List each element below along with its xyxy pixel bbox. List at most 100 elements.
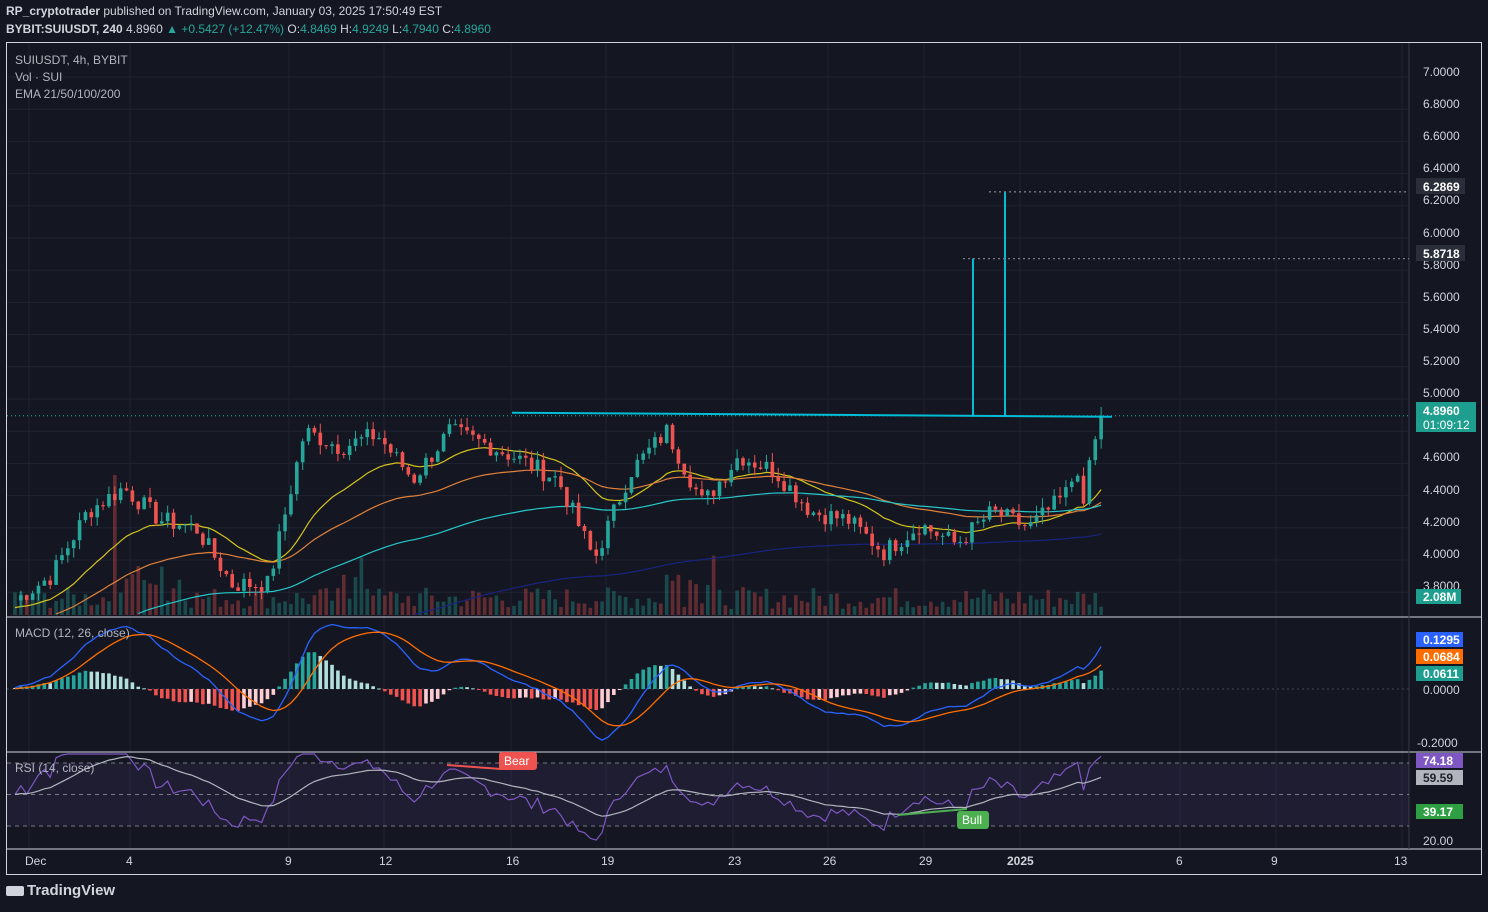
volume-bar xyxy=(899,607,904,615)
volume-bar xyxy=(77,605,82,615)
candle-body xyxy=(71,540,76,549)
volume-bar xyxy=(946,606,951,615)
volume-bar xyxy=(318,589,323,615)
volume-bar xyxy=(400,602,405,615)
legend-ema[interactable]: EMA 21/50/100/200 xyxy=(15,87,120,101)
candle-body xyxy=(741,458,745,466)
volume-bar xyxy=(553,599,557,615)
macd-histogram-bar xyxy=(418,689,422,707)
macd-histogram-bar xyxy=(1069,680,1074,689)
candle-body xyxy=(1093,439,1098,461)
candle-body xyxy=(782,481,786,491)
volume-bar xyxy=(882,597,886,615)
price-tick: 6.6000 xyxy=(1423,129,1460,143)
macd-histogram-bar xyxy=(617,689,622,690)
volume-bar xyxy=(312,595,317,615)
candle-body xyxy=(418,475,422,483)
bear-signal-text: Bear xyxy=(504,754,529,768)
macd-histogram-bar xyxy=(547,689,552,700)
bull-signal-text: Bull xyxy=(962,813,982,827)
date-tick: 6 xyxy=(1176,854,1183,868)
volume-bar xyxy=(295,592,299,615)
candle-body xyxy=(130,490,135,502)
macd-histogram-bar xyxy=(870,689,874,696)
volume-bar xyxy=(741,587,745,615)
macd-histogram-bar xyxy=(488,689,493,695)
price-tick: 4.2000 xyxy=(1423,515,1460,529)
volume-bar xyxy=(870,603,874,615)
macd-histogram-bar xyxy=(259,689,264,704)
volume-bar xyxy=(518,600,522,615)
candle-body xyxy=(735,458,739,471)
candle-body xyxy=(60,555,64,561)
date-tick: 12 xyxy=(379,854,393,868)
volume-bar xyxy=(717,589,722,615)
candle-body xyxy=(606,520,610,549)
macd-histogram-bar xyxy=(77,672,82,689)
volume-bar xyxy=(347,598,352,615)
chart-container[interactable]: 7.0000 6.8000 6.6000 6.4000 6.2000 6.000… xyxy=(6,42,1482,875)
volume-bar xyxy=(594,601,599,615)
volume-bar xyxy=(189,607,193,615)
candle-body xyxy=(981,519,986,522)
macd-histogram-bar xyxy=(1064,681,1068,689)
volume-bar xyxy=(893,588,898,615)
volume-bar xyxy=(89,605,94,615)
macd-histogram-bar xyxy=(829,689,833,699)
volume-bar xyxy=(864,607,869,615)
volume-bar xyxy=(688,579,692,615)
macd-histogram-bar xyxy=(83,670,88,689)
macd-histogram-bar xyxy=(805,689,810,700)
candle-body xyxy=(54,560,58,585)
candle-body xyxy=(964,541,968,543)
close-value: 4.8960 xyxy=(454,22,491,36)
volume-bar xyxy=(512,605,516,615)
low-value: 4.7940 xyxy=(402,22,439,36)
macd-histogram-bar xyxy=(664,664,669,689)
volume-bar xyxy=(629,607,634,615)
volume-bar xyxy=(829,594,833,615)
macd-histogram-bar xyxy=(142,688,146,690)
legend-volume[interactable]: Vol · SUI xyxy=(15,70,62,84)
volume-bar xyxy=(1075,591,1080,615)
candle-body xyxy=(876,545,880,550)
price-chart[interactable]: 7.0000 6.8000 6.6000 6.4000 6.2000 6.000… xyxy=(7,43,1481,874)
volume-bar xyxy=(1040,598,1045,615)
candle-body xyxy=(36,585,41,594)
legend-rsi[interactable]: RSI (14, close) xyxy=(15,761,94,775)
candle-body xyxy=(1064,487,1068,498)
macd-histogram-bar xyxy=(306,652,311,689)
volume-bar xyxy=(494,595,499,615)
macd-histogram-bar xyxy=(688,686,692,689)
symbol-label[interactable]: BYBIT:SUIUSDT, 240 xyxy=(6,22,123,36)
legend-main[interactable]: SUIUSDT, 4h, BYBIT xyxy=(15,53,128,67)
low-label: L: xyxy=(392,22,403,36)
volume-bar xyxy=(770,608,775,615)
last-price: 4.8960 xyxy=(126,22,163,36)
candle-body xyxy=(752,462,757,468)
tradingview-logo[interactable]: TradingView xyxy=(6,882,115,899)
ema-line xyxy=(138,492,1102,615)
legend-macd[interactable]: MACD (12, 26, close) xyxy=(15,626,130,640)
volume-bar xyxy=(218,606,223,615)
candle-body xyxy=(1011,509,1015,514)
volume-bar xyxy=(13,592,17,615)
author-name[interactable]: RP_cryptotrader xyxy=(6,4,100,18)
candle-body xyxy=(447,424,452,434)
volume-bar xyxy=(535,588,540,615)
candle-body xyxy=(799,502,804,504)
candle-body xyxy=(664,424,669,443)
macd-histogram-bar xyxy=(523,689,528,698)
date-tick: 2025 xyxy=(1007,854,1034,868)
candle-body xyxy=(295,462,299,495)
macd-histogram-bar xyxy=(1075,679,1080,689)
macd-low-tick: -0.2000 xyxy=(1417,736,1458,750)
macd-histogram-bar xyxy=(612,689,616,695)
volume-bar xyxy=(799,600,804,615)
candle-body xyxy=(183,524,188,526)
macd-histogram-bar xyxy=(500,689,505,697)
volume-bar xyxy=(911,607,916,615)
price-tick: 5.4000 xyxy=(1423,322,1460,336)
macd-histogram-bar xyxy=(958,684,963,689)
macd-histogram-bar xyxy=(1099,670,1103,689)
